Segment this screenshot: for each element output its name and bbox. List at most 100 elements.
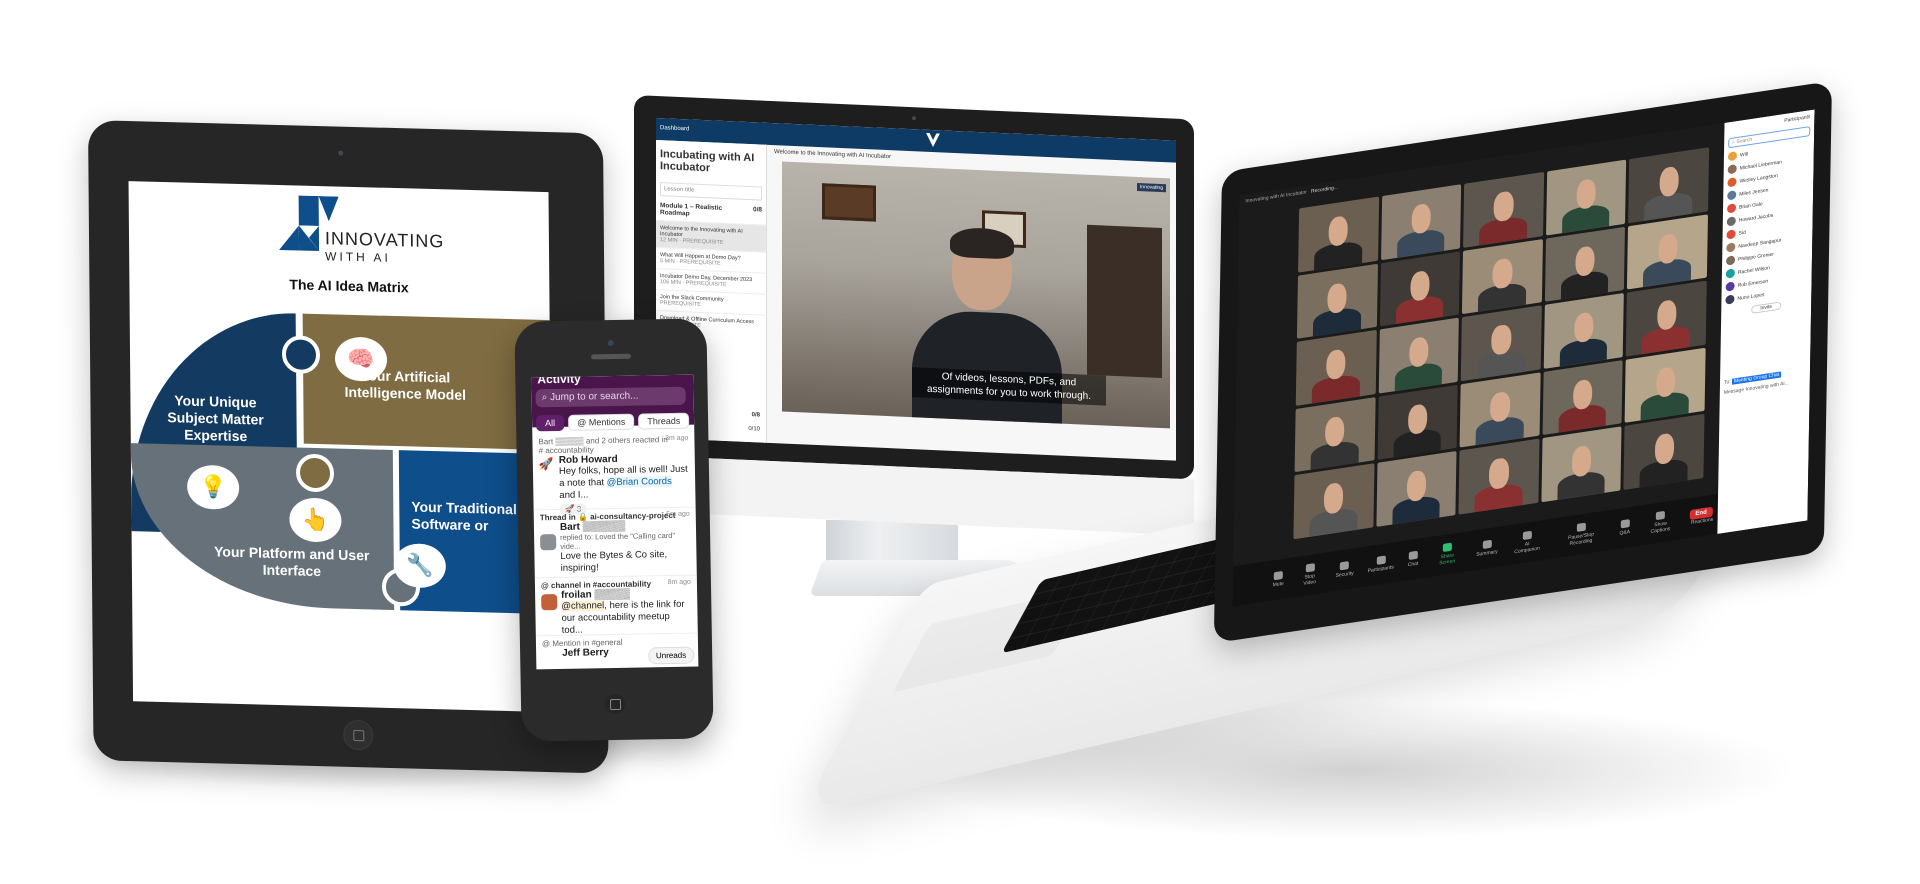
participant-name-label xyxy=(1545,432,1550,434)
recording-indicator[interactable]: Recording... xyxy=(1311,185,1338,195)
smartphone: Activity ⌕ Jump to or search... All @ Me… xyxy=(514,318,714,742)
phone-speaker xyxy=(590,353,632,360)
participant-video-tile[interactable] xyxy=(1458,438,1540,515)
participant-video-tile[interactable] xyxy=(1624,347,1706,424)
activity-item[interactable]: @ channel in #accountability 8m ago froi… xyxy=(534,574,698,638)
toolbar-button-participants[interactable]: Participants xyxy=(1368,554,1394,574)
participant-video-tile[interactable] xyxy=(1626,280,1707,357)
tab-mentions[interactable]: @ Mentions xyxy=(567,413,635,431)
monitor-screen: Dashboard Incubating with AI Incubator L… xyxy=(656,117,1176,461)
participant-video-tile[interactable] xyxy=(1545,159,1627,236)
participant-name-label xyxy=(1462,444,1467,446)
tab-all[interactable]: All xyxy=(535,414,565,432)
topbar-dashboard-link[interactable]: Dashboard xyxy=(660,125,689,132)
laptop-screen: Innovating with AI Incubator Recording..… xyxy=(1232,109,1815,607)
participant-video-tile[interactable] xyxy=(1541,426,1622,503)
avatar xyxy=(1725,281,1735,292)
participant-video-tile[interactable] xyxy=(1380,184,1462,260)
participant-video-tile[interactable] xyxy=(1628,147,1710,223)
participant-video-tile[interactable] xyxy=(1378,317,1460,394)
lesson-main: Welcome to the Innovating with AI Incuba… xyxy=(770,145,1176,461)
unreads-button[interactable]: Unreads xyxy=(647,646,695,665)
toolbar-button-pause-stop-recording[interactable]: Pause/Stop Recording xyxy=(1556,520,1605,549)
participant-name-label xyxy=(1381,390,1386,391)
participant-name-label xyxy=(1547,298,1552,300)
participant-name-label xyxy=(1301,269,1306,270)
participant-name-label xyxy=(1461,511,1466,513)
activity-tabs: All @ Mentions Threads xyxy=(535,412,690,432)
activity-item[interactable]: Thread in 🔒 ai-consultancy-project 5m ag… xyxy=(533,506,697,576)
participant-name-label xyxy=(1298,402,1303,404)
toolbar-button-summary[interactable]: Summary xyxy=(1476,539,1498,558)
avatar xyxy=(1727,151,1738,162)
video-player[interactable]: Innovating Of videos, lessons, PDFs, and… xyxy=(782,161,1170,429)
toolbar-button-mute[interactable]: Mute xyxy=(1273,570,1284,588)
toolbar-button-ai-companion[interactable]: AI Companion xyxy=(1512,529,1543,556)
activity-title: Activity xyxy=(537,374,581,387)
participant-video-tile[interactable] xyxy=(1462,238,1543,315)
toolbar-button-share-screen[interactable]: Share Screen xyxy=(1432,541,1462,568)
activity-item[interactable]: Bart ▒▒▒▒▒ and 2 others reacted in # acc… xyxy=(532,435,695,516)
avatar xyxy=(1725,294,1735,305)
participant-name-label xyxy=(1297,469,1302,471)
avatar xyxy=(1727,177,1737,188)
toolbar-icon xyxy=(1620,519,1630,529)
participant-video-tile[interactable] xyxy=(1298,196,1379,273)
participant-video-tile[interactable] xyxy=(1627,213,1708,290)
toolbar-button-chat[interactable]: Chat xyxy=(1408,550,1419,568)
participant-video-tile[interactable] xyxy=(1375,451,1457,527)
monitor-camera xyxy=(912,116,916,121)
rocket-avatar-icon: 🚀 xyxy=(538,457,554,472)
participant-name-label xyxy=(1627,420,1632,421)
avatar xyxy=(1727,164,1737,175)
toolbar-button-security[interactable]: Security xyxy=(1336,560,1354,579)
tab-threads[interactable]: Threads xyxy=(638,412,690,430)
toolbar-icon xyxy=(1305,563,1315,573)
participant-video-tile[interactable] xyxy=(1543,293,1625,369)
participant-name-label xyxy=(1299,335,1304,337)
toolbar-button-show-captions[interactable]: Show Captions xyxy=(1644,509,1677,536)
participant-name-label xyxy=(1629,353,1634,354)
participant-video-tile[interactable] xyxy=(1623,414,1705,490)
participant-video-tile[interactable] xyxy=(1542,359,1624,436)
participant-video-tile[interactable] xyxy=(1379,250,1461,327)
participant-video-tile[interactable] xyxy=(1377,384,1458,461)
piece-label: Your Platform and User Interface xyxy=(213,543,370,580)
participants-panel: Participants ⌕ Search Will Michael Lieber… xyxy=(1717,109,1815,534)
avatar xyxy=(1726,242,1736,253)
participant-name-label xyxy=(1463,378,1468,379)
channel-mention[interactable]: @channel xyxy=(561,600,605,612)
brand-line-2: WITH AI xyxy=(325,249,391,265)
invite-button[interactable]: Invite xyxy=(1751,301,1782,314)
toolbar-button-q-a[interactable]: Q&A xyxy=(1619,519,1630,537)
wall-picture xyxy=(822,183,876,222)
participant-video-tile[interactable] xyxy=(1293,463,1375,540)
participant-name-label xyxy=(1465,311,1470,312)
toolbar-icon xyxy=(1340,560,1350,571)
video-badge: Innovating xyxy=(1136,182,1166,193)
phone-screen: Activity ⌕ Jump to or search... All @ Me… xyxy=(531,374,699,670)
participant-video-tile[interactable] xyxy=(1463,171,1544,248)
puzzle-knob xyxy=(295,453,335,493)
participant-video-tile[interactable] xyxy=(1459,372,1541,448)
laptop: Innovating with AI Incubator Recording..… xyxy=(1213,80,1832,644)
avatar xyxy=(1726,255,1736,266)
participant-video-tile[interactable] xyxy=(1460,305,1542,382)
phone-camera xyxy=(607,339,614,347)
user-mention[interactable]: @Brian Coords xyxy=(606,475,672,489)
participant-video-tile[interactable] xyxy=(1295,330,1377,406)
avatar xyxy=(540,534,557,551)
trackpad[interactable] xyxy=(893,587,1090,693)
participant-video-tile[interactable] xyxy=(1544,226,1626,302)
phone-home-button[interactable] xyxy=(604,693,626,715)
toolbar-button-stop-video[interactable]: Stop Video xyxy=(1298,562,1322,588)
participant-name-label xyxy=(1630,286,1635,288)
logo-icon xyxy=(926,133,940,148)
toolbar-icon xyxy=(1482,539,1492,550)
tablet-home-button[interactable] xyxy=(343,719,374,751)
participant-video-tile[interactable] xyxy=(1296,263,1378,339)
slack-search-input[interactable]: ⌕ Jump to or search... xyxy=(535,386,686,408)
participant-name-label xyxy=(1544,499,1549,500)
participant-video-tile[interactable] xyxy=(1294,396,1376,473)
participant-name-label xyxy=(1626,486,1631,488)
